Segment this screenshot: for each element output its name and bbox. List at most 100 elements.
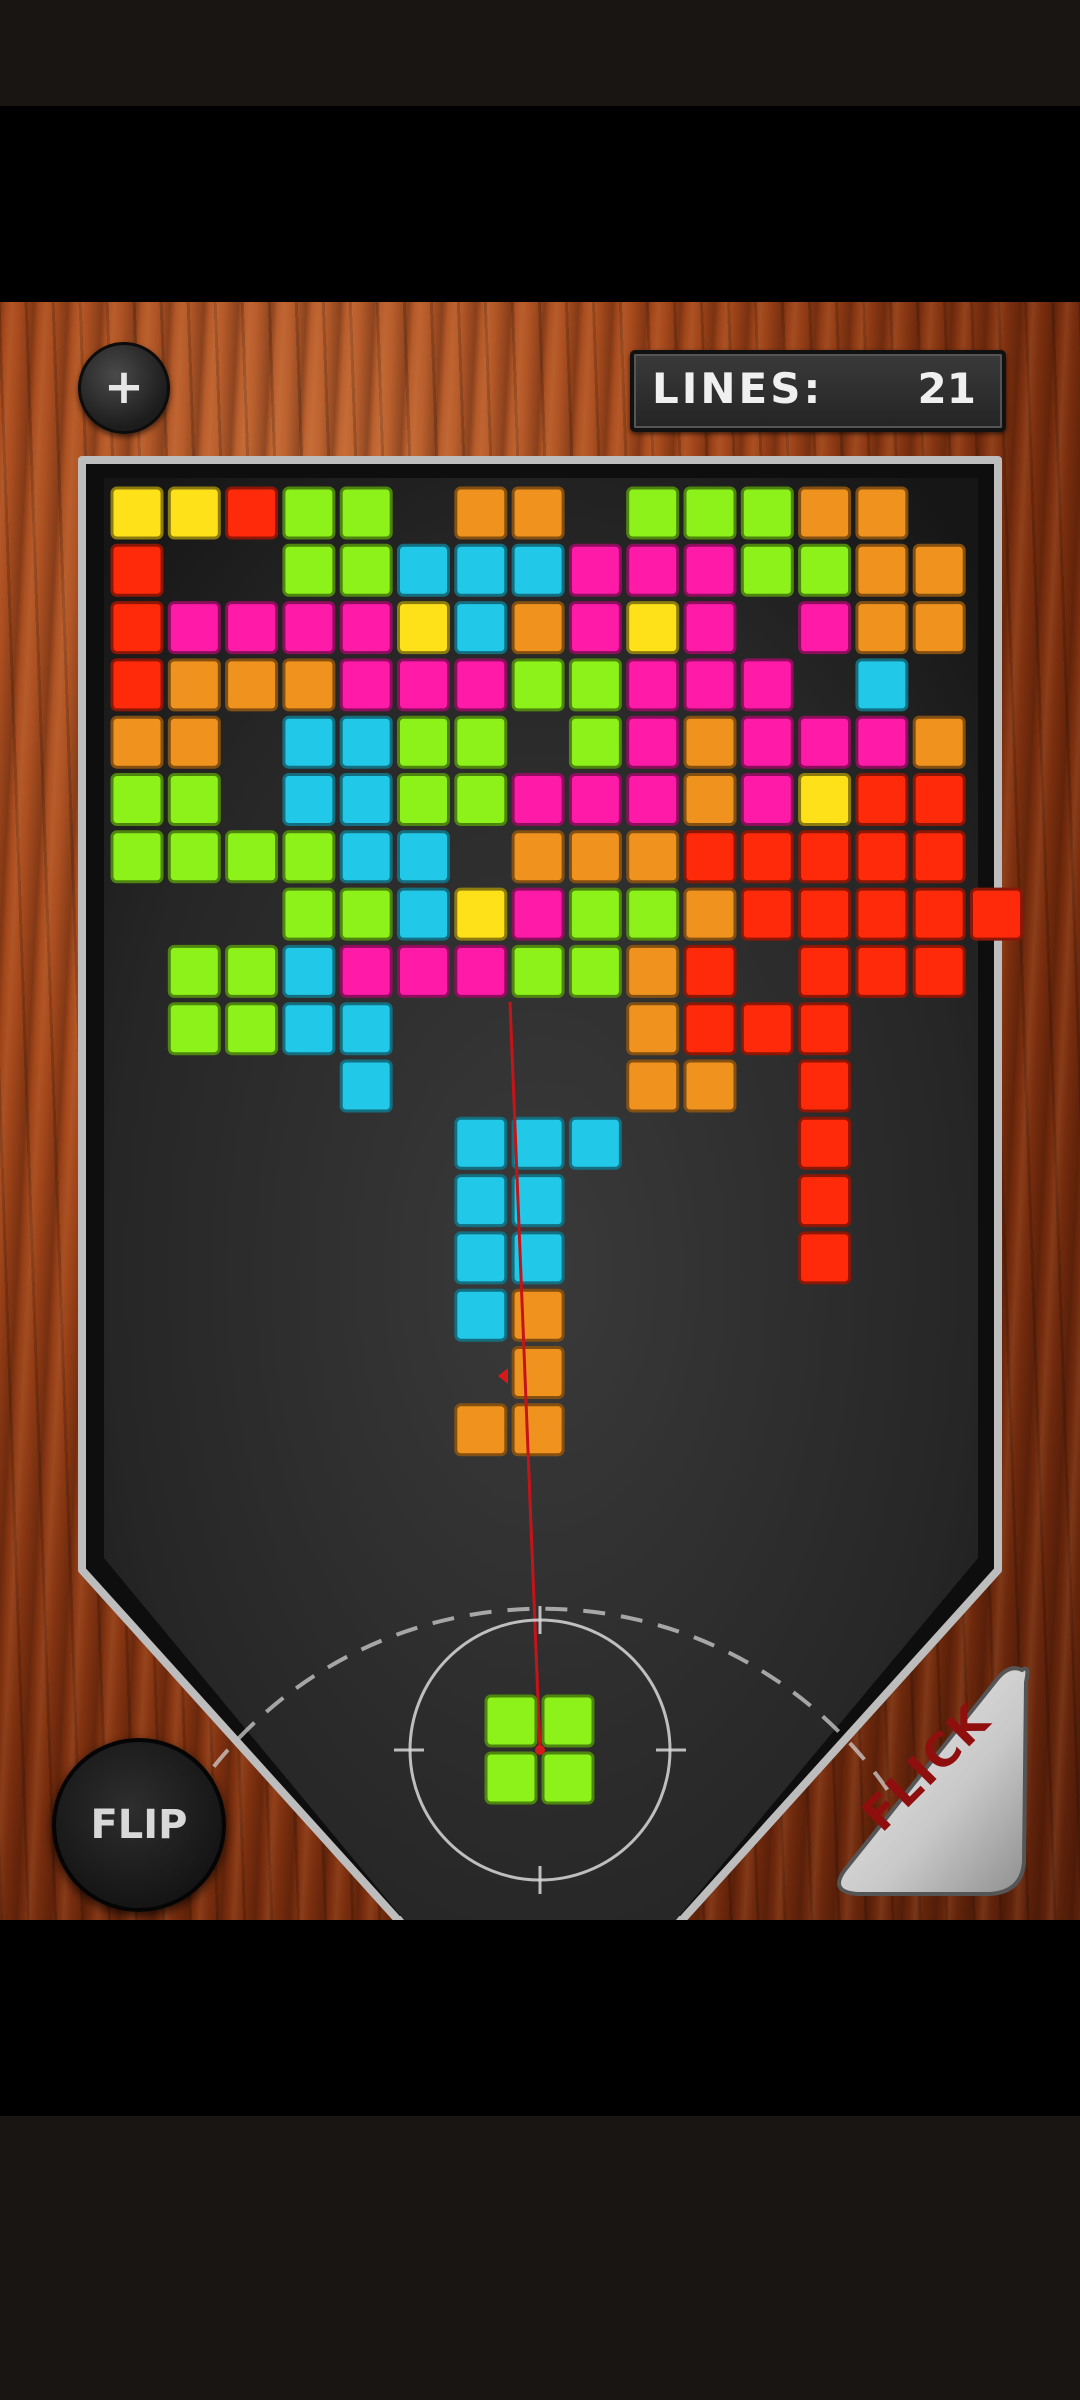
block-orange	[511, 1403, 565, 1457]
block-red	[912, 830, 966, 884]
block-magenta	[282, 601, 336, 655]
block-magenta	[339, 944, 393, 998]
block-green	[397, 773, 450, 826]
block-cyan	[511, 1174, 565, 1228]
aim-center-dot	[535, 1745, 545, 1755]
block-green	[683, 486, 737, 540]
block-green	[339, 887, 393, 941]
block-green	[798, 543, 852, 597]
block-magenta	[626, 658, 680, 712]
block-green	[541, 1751, 595, 1805]
block-red	[855, 944, 909, 998]
block-magenta	[683, 658, 737, 712]
block-red	[970, 887, 1023, 941]
block-magenta	[225, 601, 279, 655]
block-red	[798, 830, 852, 884]
block-yellow	[167, 486, 221, 540]
block-cyan	[511, 1116, 565, 1170]
block-red	[912, 887, 966, 941]
block-green	[167, 773, 221, 826]
block-magenta	[511, 887, 565, 941]
block-green	[339, 486, 393, 540]
block-magenta	[626, 715, 680, 769]
block-cyan	[454, 601, 508, 655]
block-red	[225, 486, 279, 540]
block-orange	[167, 658, 221, 712]
block-green	[397, 715, 450, 769]
block-green	[225, 1002, 279, 1056]
block-green	[740, 543, 794, 597]
block-magenta	[454, 658, 508, 712]
block-orange	[225, 658, 279, 712]
block-cyan	[855, 658, 909, 712]
block-cyan	[568, 1116, 622, 1170]
block-green	[167, 944, 221, 998]
menu-button[interactable]: +	[78, 342, 170, 434]
block-green	[568, 887, 622, 941]
block-magenta	[339, 658, 393, 712]
block-orange	[798, 486, 852, 540]
lines-value: 21	[917, 364, 976, 413]
block-red	[912, 773, 966, 826]
bottom-letterbox	[0, 1920, 1080, 2116]
game-board: + LINES: 21 FLIP FLICK	[0, 302, 1080, 1920]
block-orange	[855, 543, 909, 597]
block-orange	[912, 543, 966, 597]
block-magenta	[568, 773, 622, 826]
block-magenta	[568, 543, 622, 597]
block-magenta	[397, 944, 450, 998]
block-magenta	[167, 601, 221, 655]
block-green	[484, 1751, 538, 1805]
block-cyan	[282, 1002, 336, 1056]
block-cyan	[282, 773, 336, 826]
block-red	[740, 830, 794, 884]
block-cyan	[454, 1288, 508, 1342]
block-red	[855, 830, 909, 884]
block-red	[110, 601, 164, 655]
block-green	[339, 543, 393, 597]
block-magenta	[454, 944, 508, 998]
block-cyan	[454, 1231, 508, 1285]
block-green	[511, 944, 565, 998]
block-red	[110, 658, 164, 712]
flip-label: FLIP	[90, 1802, 188, 1848]
block-red	[798, 1174, 852, 1228]
block-red	[798, 887, 852, 941]
block-green	[282, 543, 336, 597]
block-cyan	[339, 830, 393, 884]
block-green	[626, 486, 680, 540]
block-cyan	[282, 944, 336, 998]
block-orange	[626, 944, 680, 998]
block-orange	[855, 601, 909, 655]
block-red	[912, 944, 966, 998]
block-orange	[683, 887, 737, 941]
block-yellow	[626, 601, 680, 655]
block-green	[282, 830, 336, 884]
block-cyan	[339, 1059, 393, 1113]
flip-button[interactable]: FLIP	[52, 1738, 226, 1912]
block-green	[541, 1694, 595, 1748]
block-yellow	[397, 601, 450, 655]
block-cyan	[454, 543, 508, 597]
block-cyan	[397, 830, 450, 884]
block-orange	[683, 773, 737, 826]
plus-icon: +	[103, 359, 145, 415]
block-red	[110, 543, 164, 597]
block-green	[225, 944, 279, 998]
block-red	[740, 887, 794, 941]
block-green	[484, 1694, 538, 1748]
flick-button[interactable]: FLICK	[826, 1662, 1026, 1902]
block-green	[626, 887, 680, 941]
block-green	[568, 715, 622, 769]
block-red	[798, 1116, 852, 1170]
block-cyan	[339, 773, 393, 826]
block-magenta	[855, 715, 909, 769]
lines-counter: LINES: 21	[630, 350, 1006, 432]
block-red	[740, 1002, 794, 1056]
block-magenta	[626, 543, 680, 597]
block-orange	[683, 1059, 737, 1113]
block-orange	[626, 1059, 680, 1113]
lines-label: LINES:	[652, 364, 824, 413]
block-red	[798, 944, 852, 998]
block-orange	[568, 830, 622, 884]
